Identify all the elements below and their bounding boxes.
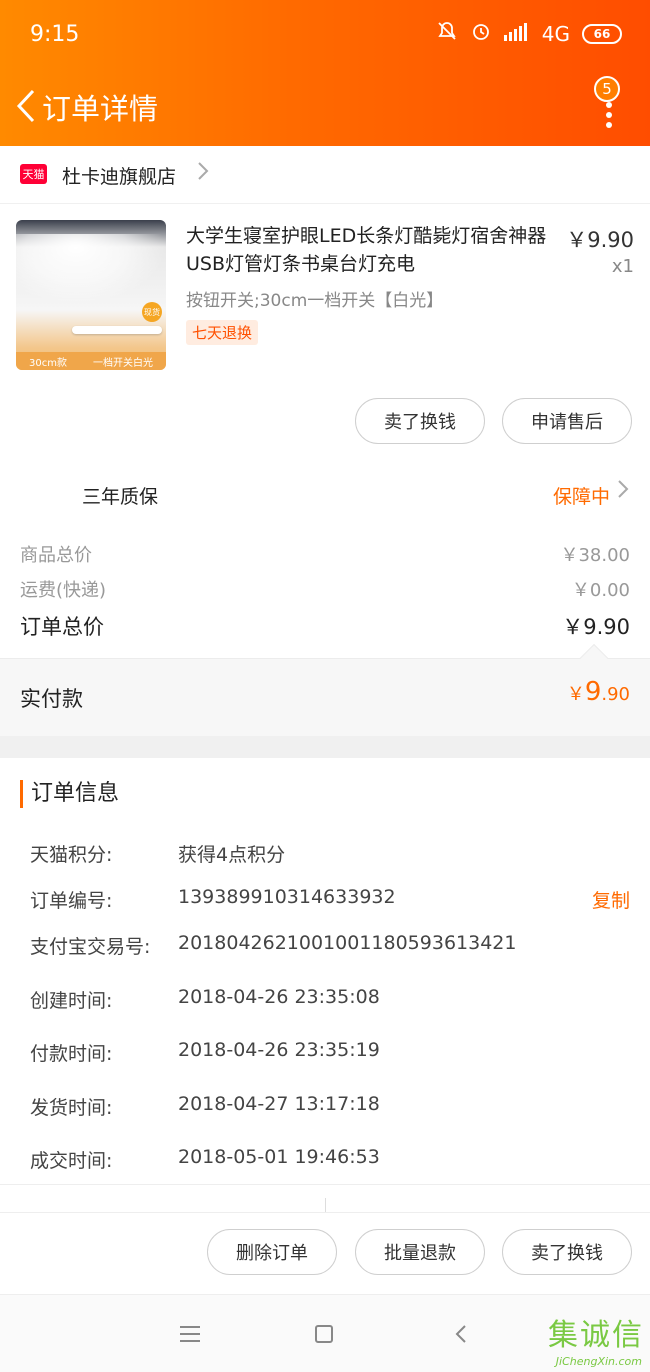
status-bar: 9:15 4G 66 bbox=[0, 0, 650, 70]
batch-refund-button[interactable]: 批量退款 bbox=[355, 1229, 485, 1275]
message-badge: 5 bbox=[594, 76, 620, 102]
paid-int: 9 bbox=[584, 677, 602, 707]
section-gap bbox=[0, 736, 650, 758]
divider bbox=[0, 1184, 650, 1185]
completed-value: 2018-05-01 19:46:53 bbox=[178, 1146, 380, 1168]
alarm-icon bbox=[470, 20, 492, 47]
thumb-lamp-bar bbox=[72, 326, 162, 334]
alipay-value: 2018042621001001180593613421 bbox=[178, 932, 517, 954]
shipped-value: 2018-04-27 13:17:18 bbox=[178, 1093, 380, 1115]
paid-label: 实付款 bbox=[20, 687, 83, 711]
battery-icon: 66 bbox=[582, 23, 622, 44]
points-label: 天猫积分: bbox=[30, 844, 113, 866]
page-title: 订单详情 bbox=[42, 92, 159, 126]
home-button[interactable] bbox=[304, 1315, 344, 1353]
paid-row: 实付款 ￥9.90 bbox=[0, 643, 650, 736]
thumb-caption-right: 一档开关白光 bbox=[92, 357, 153, 369]
header: 9:15 4G 66 订单详情 5 bbox=[0, 0, 650, 146]
paid-amount: ￥9.90 bbox=[567, 677, 630, 707]
product-spec: 按钮开关;30cm一档开关【白光】 bbox=[186, 291, 444, 311]
paid-time-label: 付款时间: bbox=[30, 1043, 113, 1065]
back-icon bbox=[16, 89, 35, 123]
watermark-domain: JiChengXin.com bbox=[555, 1355, 642, 1368]
network-type: 4G bbox=[541, 21, 570, 46]
created-value: 2018-04-26 23:35:08 bbox=[178, 986, 380, 1008]
shipping-row: 运费(快递) ￥0.00 bbox=[20, 576, 630, 602]
paid-time-value: 2018-04-26 23:35:19 bbox=[178, 1039, 380, 1061]
shipping-label: 运费(快递) bbox=[20, 580, 107, 601]
after-sale-button[interactable]: 申请售后 bbox=[502, 398, 632, 444]
shop-name[interactable]: 杜卡迪旗舰店 bbox=[62, 162, 176, 189]
thumb-caption-left: 30cm款 bbox=[29, 357, 67, 369]
status-time: 9:15 bbox=[30, 22, 80, 47]
points-value: 获得4点积分 bbox=[178, 844, 286, 866]
more-icon bbox=[606, 102, 612, 108]
chevron-right-icon bbox=[616, 478, 630, 506]
completed-label: 成交时间: bbox=[30, 1150, 113, 1172]
warranty-status: 保障中 bbox=[552, 486, 610, 508]
back-button[interactable] bbox=[8, 84, 44, 128]
system-nav-bar: 集诚信 JiChengXin.com bbox=[0, 1294, 650, 1372]
paid-currency: ￥ bbox=[566, 684, 585, 705]
paid-notch bbox=[579, 643, 609, 673]
thumb-badge: 现货 bbox=[142, 302, 162, 322]
back-nav-icon bbox=[455, 1325, 466, 1343]
delete-order-button[interactable]: 删除订单 bbox=[207, 1229, 337, 1275]
order-total-row: 订单总价 ￥9.90 bbox=[20, 611, 630, 641]
product-title[interactable]: 大学生寝室护眼LED长条灯酷毙灯宿舍神器USB灯管灯条书桌台灯充电 bbox=[186, 222, 548, 278]
order-info-title: 订单信息 bbox=[20, 780, 119, 808]
bottom-action-bar: 删除订单 批量退款 卖了换钱 bbox=[0, 1212, 650, 1294]
menu-button[interactable] bbox=[170, 1315, 210, 1353]
battery-level: 66 bbox=[593, 26, 611, 41]
product-image[interactable]: 现货 30cm款 一档开关白光 bbox=[16, 220, 166, 370]
product-item[interactable]: 现货 30cm款 一档开关白光 大学生寝室护眼LED长条灯酷毙灯宿舍神器USB灯… bbox=[0, 204, 650, 390]
alipay-label: 支付宝交易号: bbox=[30, 936, 151, 958]
thumb-light bbox=[16, 234, 166, 304]
tmall-logo: 天猫 bbox=[20, 164, 47, 184]
warranty-row[interactable]: 三年质保 保障中 bbox=[0, 470, 650, 518]
order-total-value: ￥9.90 bbox=[562, 615, 630, 639]
watermark-logo: 集诚信 JiChengXin.com bbox=[526, 1310, 644, 1368]
back-nav-button[interactable] bbox=[441, 1315, 481, 1353]
created-label: 创建时间: bbox=[30, 990, 113, 1012]
product-price: ￥9.90 bbox=[566, 228, 634, 252]
chevron-right-icon bbox=[196, 160, 210, 188]
shipping-value: ￥0.00 bbox=[571, 580, 630, 601]
thumb-caption: 30cm款 一档开关白光 bbox=[16, 352, 166, 370]
watermark-chars: 集诚信 bbox=[548, 1318, 644, 1353]
status-icons: 4G 66 bbox=[436, 20, 622, 47]
vertical-divider bbox=[325, 1198, 326, 1212]
order-no-label: 订单编号: bbox=[30, 890, 113, 912]
goods-total-value: ￥38.00 bbox=[560, 545, 630, 566]
goods-total-row: 商品总价 ￥38.00 bbox=[20, 541, 630, 567]
warranty-label: 三年质保 bbox=[82, 486, 159, 508]
return-tag: 七天退换 bbox=[186, 320, 259, 345]
home-icon bbox=[315, 1325, 333, 1343]
product-quantity: x1 bbox=[611, 256, 634, 277]
copy-button[interactable]: 复制 bbox=[592, 886, 630, 913]
sell-button[interactable]: 卖了换钱 bbox=[355, 398, 485, 444]
nav-bar: 订单详情 5 bbox=[0, 76, 650, 138]
order-total-label: 订单总价 bbox=[20, 615, 104, 639]
shipped-label: 发货时间: bbox=[30, 1097, 113, 1119]
order-no-value: 139389910314633932 bbox=[178, 886, 396, 908]
signal-icon bbox=[503, 22, 530, 46]
mute-icon bbox=[436, 20, 458, 47]
more-button[interactable]: 5 bbox=[594, 76, 624, 132]
menu-icon bbox=[180, 1326, 200, 1342]
sell-button-bottom[interactable]: 卖了换钱 bbox=[502, 1229, 632, 1275]
shop-row[interactable]: 天猫 杜卡迪旗舰店 bbox=[0, 146, 650, 204]
goods-total-label: 商品总价 bbox=[20, 545, 92, 566]
paid-dec: .90 bbox=[601, 684, 630, 705]
